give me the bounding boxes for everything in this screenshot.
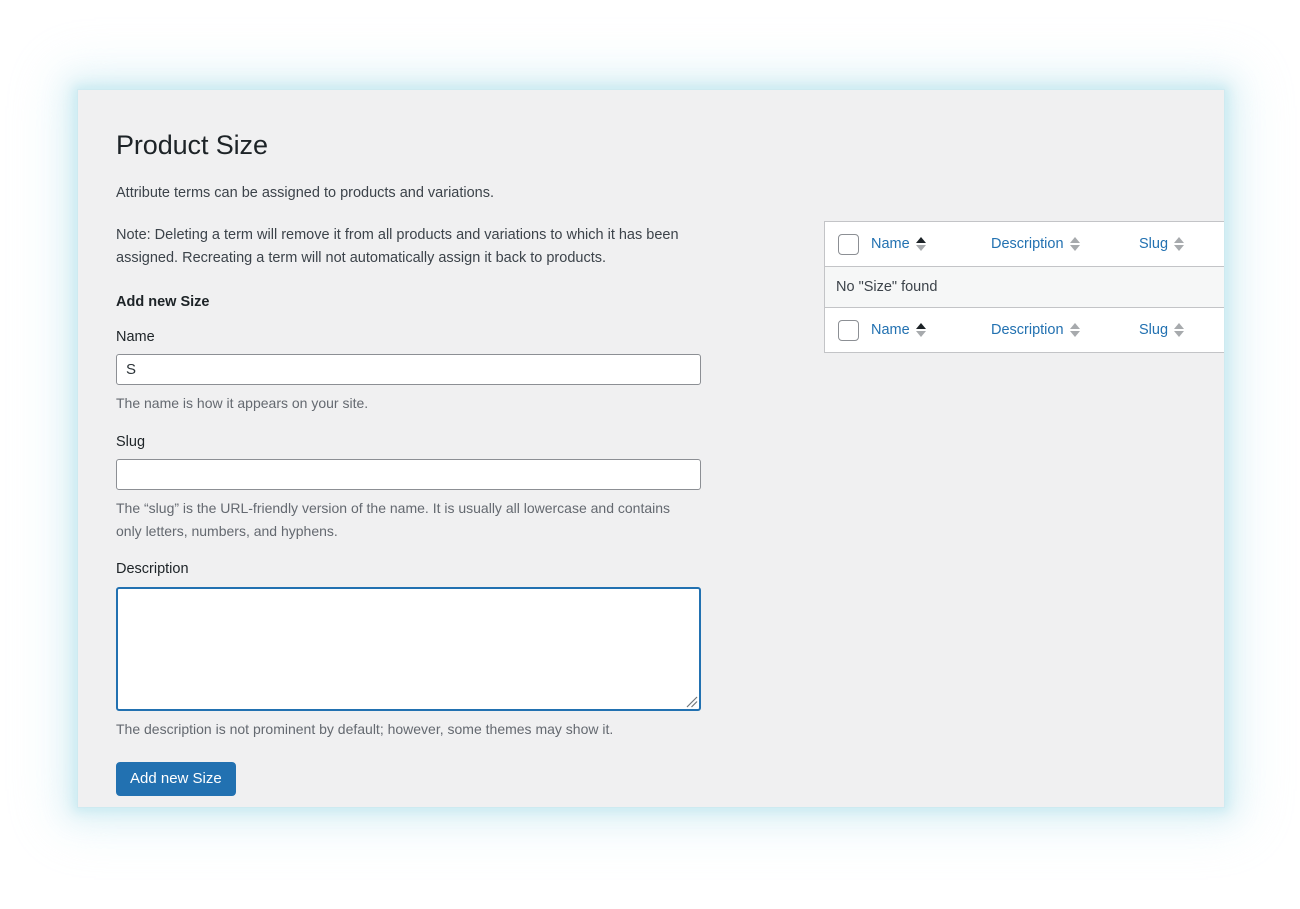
- column-label-name: Name: [871, 236, 910, 252]
- slug-field-group: Slug The “slug” is the URL-friendly vers…: [116, 415, 736, 543]
- name-field-label: Name: [116, 328, 155, 345]
- name-field-help: The name is how it appears on your site.: [116, 395, 369, 412]
- description-textarea-wrapper: [116, 586, 701, 711]
- select-all-wrapper-footer: [825, 319, 871, 341]
- submit-row: Add new Size: [116, 740, 736, 797]
- column-label-slug: Slug: [1139, 236, 1169, 252]
- sort-link-slug-footer[interactable]: Slug: [1139, 322, 1185, 338]
- footer-cell-name: Name: [871, 307, 991, 352]
- header-cell-select-all: [825, 222, 871, 267]
- column-label-description-footer: Description: [991, 322, 1064, 338]
- terms-list-table: Name Description Slug No "Size" found Na…: [824, 221, 1224, 353]
- admin-content-panel: Product Size Attribute terms can be assi…: [78, 90, 1224, 807]
- description-field-label: Description: [116, 561, 189, 578]
- screenshot-root: Product Size Attribute terms can be assi…: [0, 0, 1300, 909]
- terms-table-head: Name Description Slug: [825, 222, 1224, 267]
- header-cell-slug: Slug: [1139, 222, 1224, 267]
- table-header-row: Name Description Slug: [825, 222, 1224, 267]
- name-field-group: Name The name is how it appears on your …: [116, 310, 736, 415]
- select-all-checkbox-footer[interactable]: [838, 319, 859, 341]
- table-footer-row: Name Description Slug: [825, 307, 1224, 352]
- sort-arrows-slug-icon: [1174, 237, 1185, 252]
- description-field-help: The description is not prominent by defa…: [116, 720, 614, 737]
- sort-link-name[interactable]: Name: [871, 237, 926, 252]
- sort-arrows-name-footer-icon: [915, 323, 926, 338]
- footer-cell-select-all: [825, 307, 871, 352]
- no-items-message: No "Size" found: [825, 267, 1224, 307]
- header-cell-description: Description: [991, 222, 1139, 267]
- add-new-term-heading: Add new Size: [116, 293, 210, 310]
- slug-input[interactable]: [116, 459, 701, 491]
- description-field-group: Description The description is not promi…: [116, 542, 736, 740]
- no-items-row: No "Size" found: [825, 267, 1224, 307]
- column-label-name-footer: Name: [871, 322, 910, 338]
- page-title: Product Size: [116, 130, 268, 160]
- footer-cell-slug: Slug: [1139, 307, 1224, 352]
- column-label-description: Description: [991, 236, 1064, 252]
- sort-link-description-footer[interactable]: Description: [991, 323, 1080, 338]
- sort-link-name-footer[interactable]: Name: [871, 323, 926, 338]
- sort-link-slug[interactable]: Slug: [1139, 236, 1185, 252]
- attribute-terms-form-column: Product Size Attribute terms can be assi…: [116, 90, 736, 797]
- intro-paragraph-1: Attribute terms can be assigned to produ…: [116, 185, 495, 202]
- sort-arrows-description-icon: [1069, 237, 1080, 252]
- sort-arrows-slug-footer-icon: [1174, 323, 1185, 338]
- name-input[interactable]: [116, 354, 701, 386]
- intro-paragraph-2: Note: Deleting a term will remove it fro…: [116, 226, 679, 267]
- description-textarea[interactable]: [116, 586, 701, 711]
- sort-link-description[interactable]: Description: [991, 237, 1080, 252]
- sort-arrows-name-icon: [915, 237, 926, 252]
- terms-table-foot: Name Description Slug: [825, 307, 1224, 352]
- slug-field-help: The “slug” is the URL-friendly version o…: [116, 500, 671, 539]
- column-label-slug-footer: Slug: [1139, 322, 1169, 338]
- terms-table-body: No "Size" found: [825, 267, 1224, 307]
- sort-arrows-description-footer-icon: [1069, 323, 1080, 338]
- select-all-checkbox-header[interactable]: [838, 233, 859, 255]
- select-all-wrapper: [825, 233, 871, 255]
- slug-field-label: Slug: [116, 433, 146, 450]
- footer-cell-description: Description: [991, 307, 1139, 352]
- header-cell-name: Name: [871, 222, 991, 267]
- add-new-size-button[interactable]: Add new Size: [116, 762, 236, 797]
